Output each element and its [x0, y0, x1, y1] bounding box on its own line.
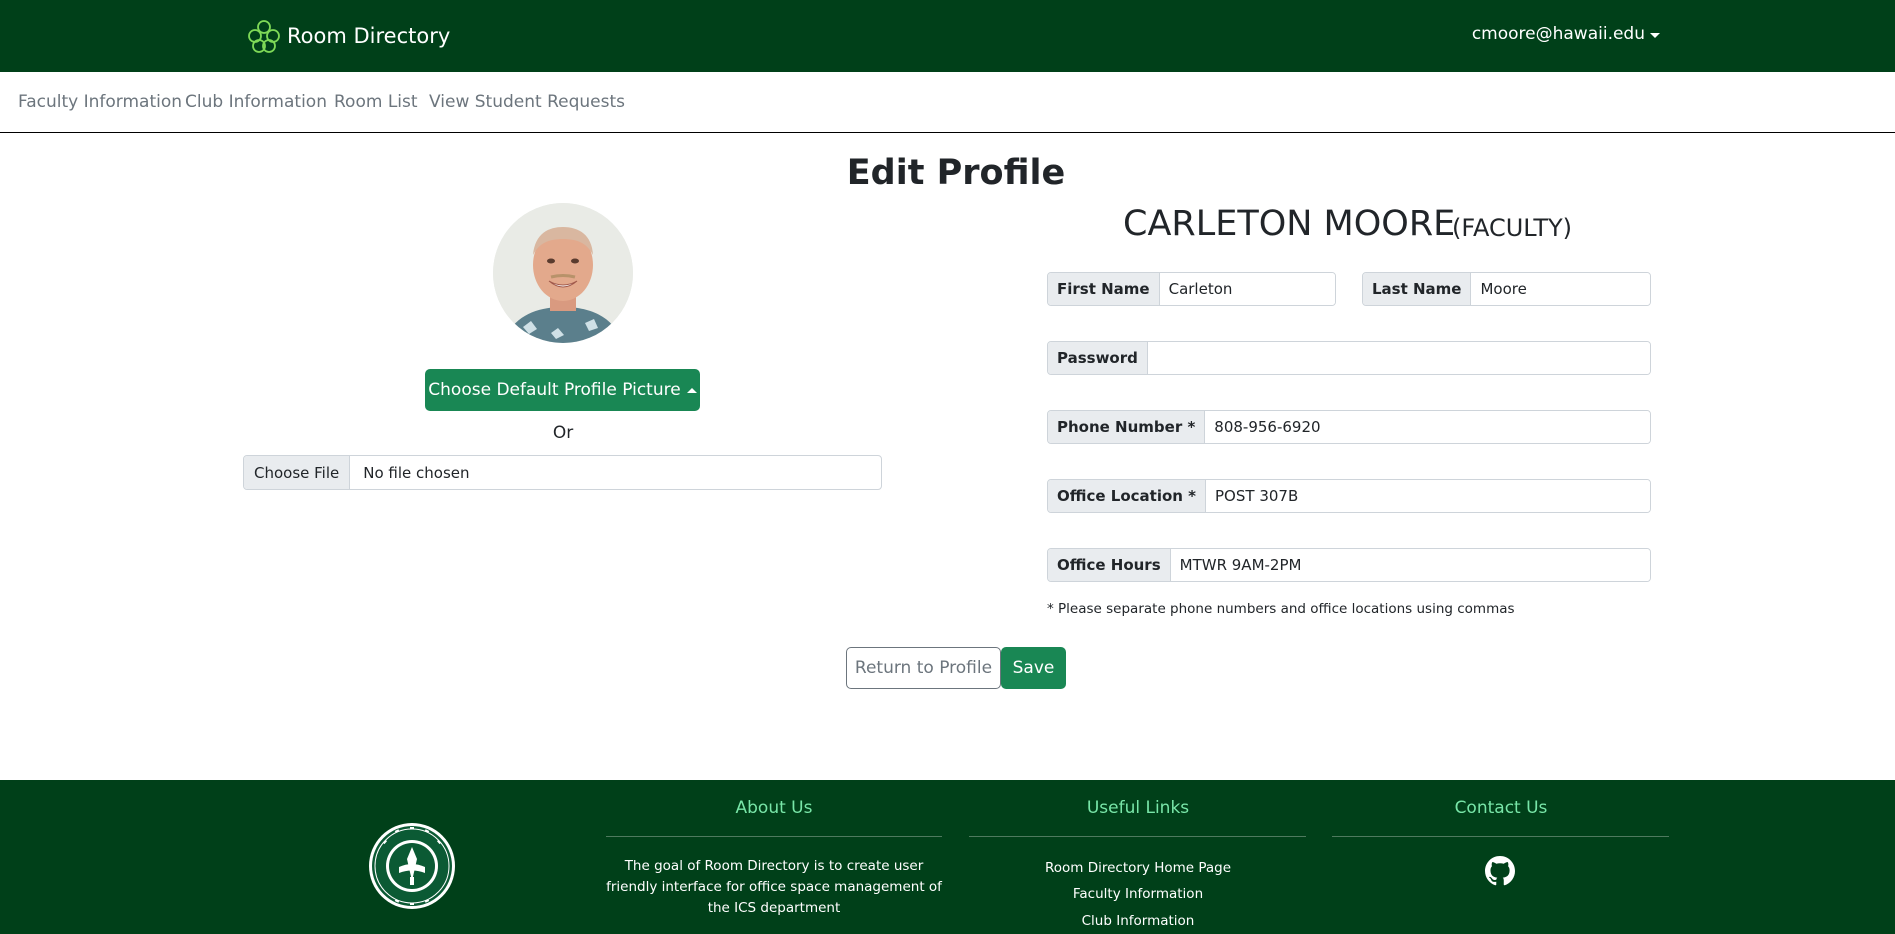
- user-email: cmoore@hawaii.edu: [1471, 24, 1645, 44]
- brand-title: Room Directory: [287, 24, 451, 48]
- profile-name: CARLETON MOORE: [1123, 204, 1456, 244]
- profile-picture-file-input[interactable]: Choose File No file chosen: [243, 455, 882, 490]
- first-name-group: First Name: [1047, 272, 1336, 306]
- password-input[interactable]: [1147, 342, 1650, 374]
- return-to-profile-button[interactable]: Return to Profile: [846, 647, 1001, 689]
- nav-club-information[interactable]: Club Information: [185, 92, 327, 112]
- footer: About Us The goal of Room Directory is t…: [0, 780, 1895, 934]
- phone-number-group: Phone Number *: [1047, 410, 1651, 444]
- footer-about-text: The goal of Room Directory is to create …: [606, 858, 942, 916]
- office-location-group: Office Location *: [1047, 479, 1651, 513]
- caret-down-icon: [1650, 32, 1660, 38]
- last-name-input[interactable]: [1471, 273, 1650, 305]
- first-name-label: First Name: [1048, 273, 1160, 305]
- university-seal-icon: [367, 821, 457, 911]
- footer-link-faculty[interactable]: Faculty Information: [968, 886, 1308, 902]
- footer-link-home[interactable]: Room Directory Home Page: [968, 860, 1308, 876]
- choose-default-picture-label: Choose Default Profile Picture: [428, 380, 681, 400]
- footer-contact-divider: [1332, 836, 1669, 837]
- office-location-input[interactable]: [1206, 480, 1650, 512]
- nav-view-student-requests[interactable]: View Student Requests: [429, 92, 625, 112]
- profile-avatar: [493, 203, 633, 343]
- last-name-label: Last Name: [1363, 273, 1472, 305]
- caret-up-icon: [686, 387, 697, 393]
- choose-default-picture-button[interactable]: Choose Default Profile Picture: [425, 369, 700, 411]
- office-hours-label: Office Hours: [1048, 549, 1171, 581]
- user-dropdown[interactable]: cmoore@hawaii.edu: [1472, 24, 1660, 44]
- footer-links-title: Useful Links: [1086, 798, 1190, 818]
- footer-about-title: About Us: [735, 798, 813, 818]
- last-name-group: Last Name: [1362, 272, 1651, 306]
- first-name-input[interactable]: [1159, 273, 1335, 305]
- github-icon[interactable]: [1485, 856, 1515, 886]
- phone-number-label: Phone Number *: [1048, 411, 1206, 443]
- brand-link[interactable]: Room Directory: [245, 16, 450, 56]
- or-separator: Or: [552, 423, 574, 443]
- phone-number-input[interactable]: [1205, 411, 1650, 443]
- nav-room-list[interactable]: Room List: [334, 92, 418, 112]
- password-group: Password: [1047, 341, 1651, 375]
- nav-faculty-information[interactable]: Faculty Information: [18, 92, 182, 112]
- office-hours-group: Office Hours: [1047, 548, 1651, 582]
- secondary-nav: Faculty Information Club Information Roo…: [0, 72, 1895, 133]
- footer-about-divider: [606, 836, 942, 837]
- password-label: Password: [1048, 342, 1148, 374]
- avatar-photo: [493, 203, 633, 343]
- choose-file-button[interactable]: Choose File: [244, 456, 351, 489]
- file-status-text: No file chosen: [363, 463, 470, 482]
- form-help-note: * Please separate phone numbers and offi…: [1047, 601, 1515, 617]
- footer-links-divider: [969, 836, 1306, 837]
- office-location-label: Office Location *: [1048, 480, 1207, 512]
- office-hours-input[interactable]: [1170, 549, 1650, 581]
- profile-role: (FACULTY): [1452, 214, 1573, 242]
- footer-contact-title: Contact Us: [1454, 798, 1548, 818]
- footer-link-club[interactable]: Club Information: [968, 913, 1308, 929]
- save-button[interactable]: Save: [1001, 647, 1066, 689]
- top-navbar: Room Directory cmoore@hawaii.edu: [0, 0, 1895, 72]
- page-title: Edit Profile: [846, 153, 1066, 193]
- brand-logo-icon: [248, 20, 280, 53]
